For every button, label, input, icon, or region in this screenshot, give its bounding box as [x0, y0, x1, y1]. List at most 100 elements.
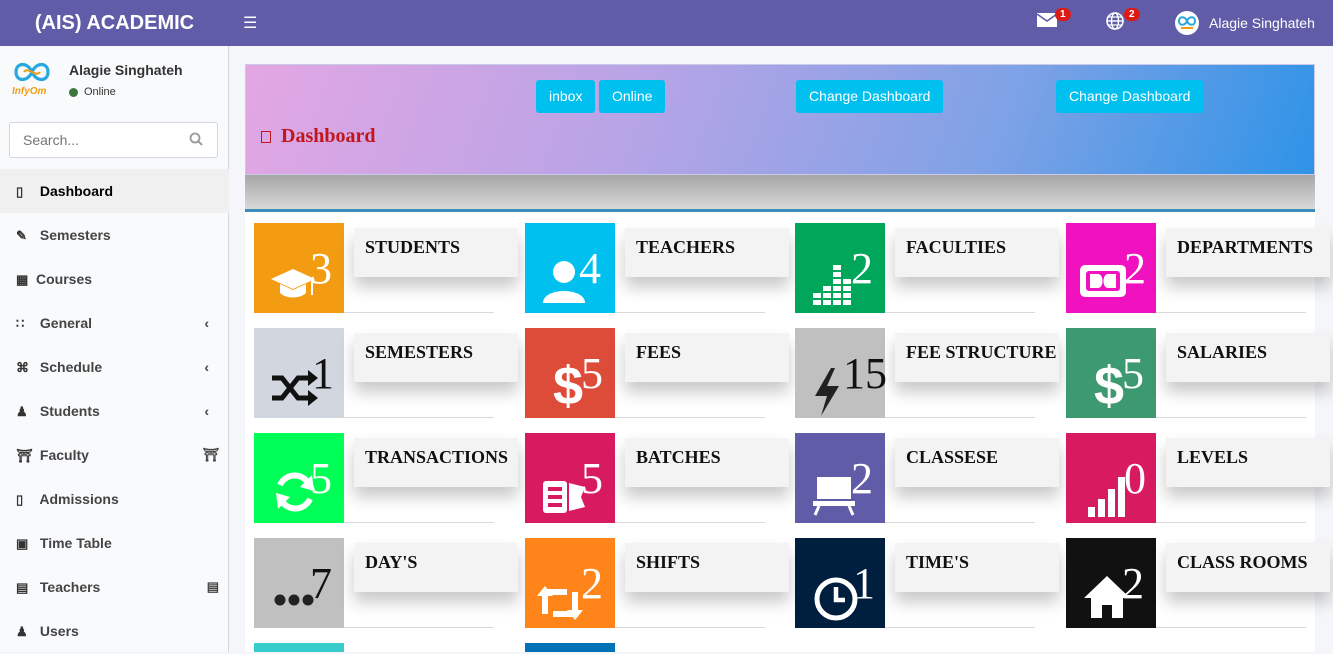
- tile-label: FACULTIES: [895, 228, 1059, 277]
- change-dashboard-button[interactable]: Change Dashboard: [796, 80, 944, 113]
- tile-departments[interactable]: 2 DEPARTMENTS: [1066, 223, 1330, 313]
- tile-partial: [254, 643, 344, 652]
- tile-label: LEVELS: [1166, 438, 1330, 487]
- divider: [885, 522, 1035, 523]
- navbar-user-name: Alagie Singhateh: [1209, 15, 1315, 31]
- divider: [344, 522, 494, 523]
- sidebar-item-semesters[interactable]: ✎ Semesters: [0, 213, 229, 257]
- tile-icon-box: 5: [254, 433, 344, 523]
- brand-logo-text[interactable]: (AIS) ACADEMIC: [0, 0, 229, 46]
- sidebar-item-users[interactable]: ♟ Users: [0, 609, 229, 653]
- sidebar-search: [9, 122, 218, 158]
- bank-icon: ⛩: [16, 448, 33, 463]
- change-dashboard-button-2[interactable]: Change Dashboard: [1056, 80, 1204, 113]
- user-menu[interactable]: Alagie Singhateh: [1175, 10, 1315, 36]
- notifications-menu[interactable]: 2: [1106, 8, 1140, 35]
- sidebar-toggle-icon[interactable]: ☰: [243, 13, 257, 33]
- globe-icon: [1106, 12, 1124, 30]
- tile-count: 5: [581, 454, 603, 503]
- divider: [344, 417, 494, 418]
- tile-count: 1: [312, 349, 334, 398]
- tile-time-s[interactable]: 1 TIME'S: [795, 538, 1059, 628]
- sidebar-item-label: Students: [39, 403, 100, 419]
- tile-count: 4: [579, 244, 601, 293]
- user-icon: ♟: [16, 624, 28, 639]
- users-icon: ♟: [16, 404, 28, 419]
- sidebar-item-label: Semesters: [39, 227, 111, 243]
- tile-transactions[interactable]: 5 TRANSACTIONS: [254, 433, 518, 523]
- tile-count: 2: [1122, 559, 1144, 608]
- tile-label: FEES: [625, 333, 789, 382]
- tile-levels[interactable]: 0 LEVELS: [1066, 433, 1330, 523]
- file-icon: [261, 131, 271, 144]
- messages-menu[interactable]: 1: [1036, 8, 1071, 33]
- tile-label: DAY'S: [354, 543, 518, 592]
- search-input[interactable]: [10, 123, 180, 157]
- chevron-left-icon: ‹: [204, 315, 209, 331]
- sidebar-item-faculty[interactable]: ⛩ Faculty ⛩: [0, 433, 229, 477]
- tile-partial: [525, 643, 615, 652]
- tile-count: 5: [581, 349, 603, 398]
- top-navbar: (AIS) ACADEMIC ☰ 1 2 Alagie Singhateh: [0, 0, 1333, 46]
- inbox-button[interactable]: inbox: [536, 80, 596, 113]
- sidebar-item-general[interactable]: ∷ General ‹: [0, 301, 229, 345]
- tile-count: 3: [310, 244, 332, 293]
- tile-count: 5: [310, 454, 332, 503]
- tile-icon-box: 4: [525, 223, 615, 313]
- sidebar-item-students[interactable]: ♟ Students ‹: [0, 389, 229, 433]
- sidebar-item-dashboard[interactable]: ▯ Dashboard: [0, 169, 229, 213]
- svg-text:$: $: [1094, 360, 1124, 412]
- tile-salaries[interactable]: $5 SALARIES: [1066, 328, 1330, 418]
- search-icon[interactable]: [189, 132, 203, 146]
- grid-icon: ▦: [16, 272, 29, 287]
- tile-label: CLASS ROOMS: [1166, 543, 1330, 592]
- tile-day-s[interactable]: 7 DAY'S: [254, 538, 518, 628]
- tile-label: TRANSACTIONS: [354, 438, 518, 487]
- sidebar-item-admissions[interactable]: ▯ Admissions: [0, 477, 229, 521]
- tile-icon-box: 2: [795, 433, 885, 523]
- avatar: [1175, 11, 1199, 35]
- tile-class-rooms[interactable]: 2 CLASS ROOMS: [1066, 538, 1330, 628]
- tile-teachers[interactable]: 4 TEACHERS: [525, 223, 789, 313]
- divider: [885, 417, 1035, 418]
- briefcase-icon: ▤: [16, 580, 29, 595]
- tile-batches[interactable]: 5 BATCHES: [525, 433, 789, 523]
- tile-faculties[interactable]: 2 FACULTIES: [795, 223, 1059, 313]
- tile-label: DEPARTMENTS: [1166, 228, 1330, 277]
- sidebar-item-label: Schedule: [39, 359, 103, 375]
- divider: [885, 312, 1035, 313]
- tile-icon-box: 2: [1066, 538, 1156, 628]
- sidebar-item-time-table[interactable]: ▣ Time Table: [0, 521, 229, 565]
- tile-count: 0: [1124, 454, 1146, 503]
- tile-semesters[interactable]: 1 SEMESTERS: [254, 328, 518, 418]
- tile-icon-box: $5: [1066, 328, 1156, 418]
- sidebar-item-label: General: [39, 315, 93, 331]
- tile-classese[interactable]: 2 CLASSESE: [795, 433, 1059, 523]
- tile-count: 2: [1124, 244, 1146, 293]
- tile-label: SEMESTERS: [354, 333, 518, 382]
- tile-shifts[interactable]: 2 SHIFTS: [525, 538, 789, 628]
- tile-students[interactable]: 3 STUDENTS: [254, 223, 518, 313]
- chevron-left-icon: ‹: [204, 403, 209, 419]
- sidebar-item-teachers[interactable]: ▤ Teachers ▤: [0, 565, 229, 609]
- tile-fees[interactable]: $5 FEES: [525, 328, 789, 418]
- sidebar-item-courses[interactable]: ▦ Courses: [0, 257, 229, 301]
- tile-count: 5: [1122, 349, 1144, 398]
- divider: [344, 627, 494, 628]
- sidebar-item-schedule[interactable]: ⌘ Schedule ‹: [0, 345, 229, 389]
- briefcase-icon: ▤: [206, 579, 219, 594]
- divider: [1156, 312, 1306, 313]
- tile-count: 2: [581, 559, 603, 608]
- tile-fee-structure[interactable]: 15 FEE STRUCTURE: [795, 328, 1059, 418]
- status-label: Online: [84, 86, 116, 98]
- sidebar-item-label: Dashboard: [39, 183, 114, 199]
- svg-text:InfyOm: InfyOm: [12, 86, 47, 97]
- tile-label: SHIFTS: [625, 543, 789, 592]
- tile-count: 15: [843, 349, 887, 398]
- notifications-badge: 2: [1124, 8, 1140, 21]
- sidebar-item-label: Admissions: [39, 491, 119, 507]
- tile-count: 1: [853, 559, 875, 608]
- online-button[interactable]: Online: [599, 80, 666, 113]
- user-panel: InfyOm Alagie Singhateh Online: [10, 58, 220, 108]
- tile-label: BATCHES: [625, 438, 789, 487]
